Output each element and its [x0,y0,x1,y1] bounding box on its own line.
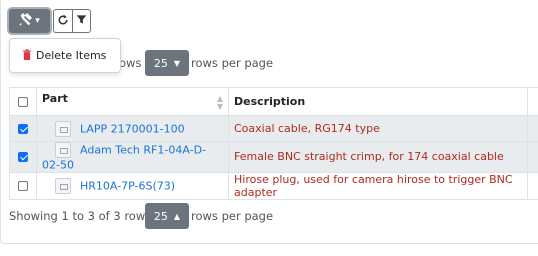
part-description: Hirose plug, used for camera hirose to t… [234,172,513,199]
bottom-page-size-value: 25 [153,209,168,223]
caret-down-icon: ▼ [173,58,181,68]
select-all-checkbox[interactable] [18,97,28,107]
part-link[interactable]: LAPP 2170001-100 [80,122,185,135]
top-page-size-value: 25 [153,56,168,70]
table-header-row: Part ▲ ▼ Description [9,87,538,116]
part-thumbnail-icon [55,177,71,194]
parts-table: Part ▲ ▼ Description LAPP 2170001-100 Coa… [9,87,538,200]
actions-menu: Delete Items [9,38,121,73]
delete-items-menu-item[interactable]: Delete Items [22,48,107,63]
row-checkbox[interactable] [18,152,28,163]
filter-icon [76,14,87,28]
top-rows-per-page-label: rows per page [191,56,274,70]
description-column-header[interactable]: Description [228,87,528,116]
row-checkbox[interactable] [18,181,28,191]
row-checkbox[interactable] [18,124,28,134]
actions-dropdown-button[interactable]: ▾ [9,9,50,33]
part-column-header[interactable]: Part ▲ ▼ [36,87,229,116]
top-rows-fragment: ows [119,56,142,70]
trash-icon [22,48,32,63]
top-page-size-dropdown[interactable]: 25 ▼ [145,50,189,76]
filter-button[interactable] [72,9,91,33]
table-row[interactable]: HR10A-7P-6S(73) Hirose plug, used for ca… [9,171,538,200]
delete-items-label: Delete Items [36,49,107,62]
bottom-rows-per-page-label: rows per page [191,209,274,223]
part-link[interactable]: HR10A-7P-6S(73) [80,179,175,192]
next-column-header[interactable] [527,87,538,116]
sort-icon: ▲ ▼ [216,94,223,111]
refresh-button[interactable] [53,9,72,33]
bottom-page-size-dropdown[interactable]: 25 ▲ [145,203,189,229]
table-row[interactable]: LAPP 2170001-100 Coaxial cable, RG174 ty… [9,115,538,142]
table-row[interactable]: Adam Tech RF1-04A-D-02-50 Female BNC str… [9,141,538,173]
part-description: Female BNC straight crimp, for 174 coaxi… [234,150,504,164]
refresh-icon [57,14,69,29]
part-description: Coaxial cable, RG174 type [234,122,380,135]
showing-rows-text: Showing 1 to 3 of 3 rows [9,209,152,223]
part-thumbnail-icon [55,142,71,158]
tools-icon [19,12,33,29]
caret-up-icon: ▲ [173,211,181,221]
chevron-down-icon: ▾ [35,16,40,26]
part-thumbnail-icon [55,120,71,137]
select-all-cell [9,87,37,116]
